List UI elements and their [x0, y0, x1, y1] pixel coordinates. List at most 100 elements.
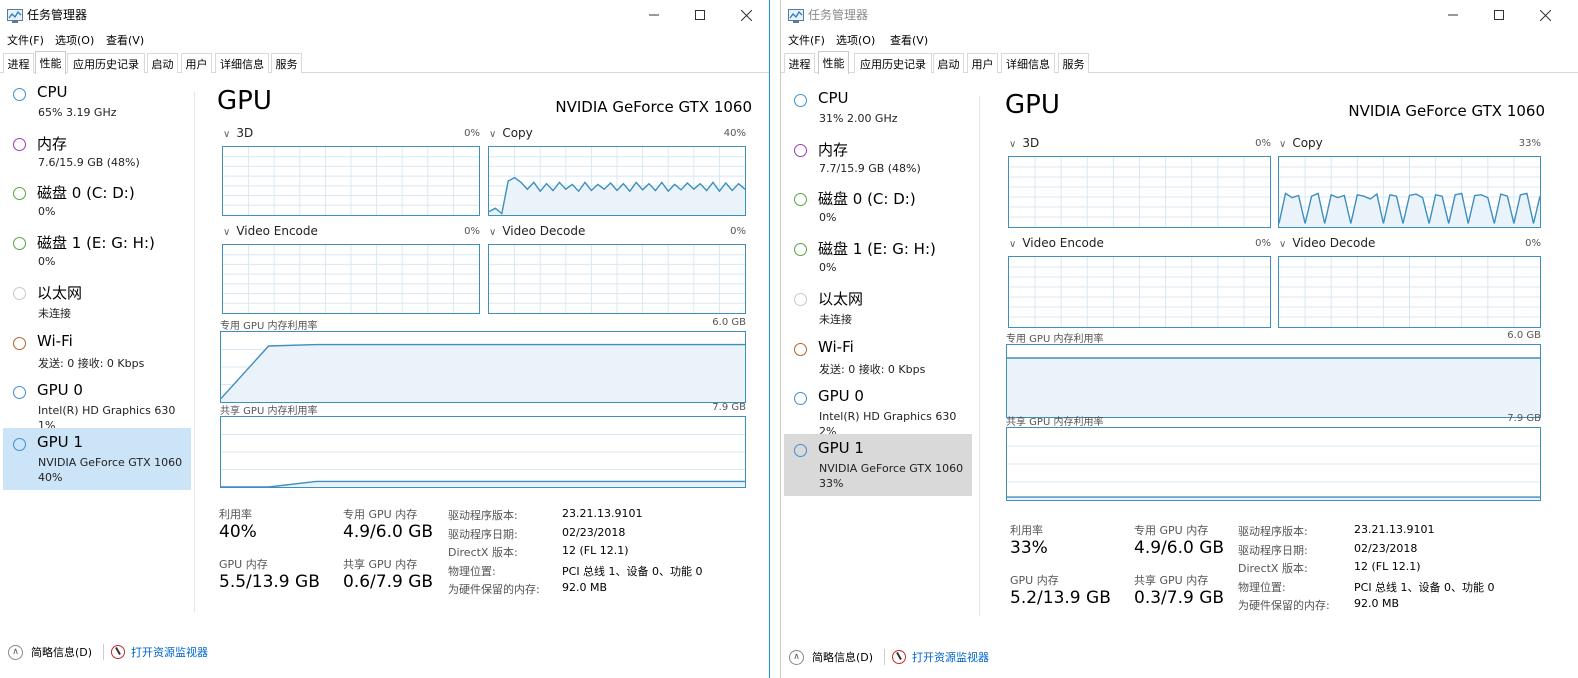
engine-selector[interactable]: ∨ 3D [1009, 136, 1039, 150]
resource-monitor-icon [892, 650, 906, 664]
close-button[interactable] [723, 0, 769, 30]
resource-indicator-icon [13, 137, 26, 151]
minimize-button[interactable] [631, 0, 677, 30]
task-manager-icon [7, 8, 23, 23]
sidebar-divider [979, 96, 980, 616]
tab-2[interactable]: 应用历史记录 [67, 53, 145, 73]
driver-info-label: 驱动程序版本: [1238, 525, 1308, 538]
sidebar-item[interactable]: Wi-Fi 发送: 0 接收: 0 Kbps [3, 327, 191, 375]
sidebar-item[interactable]: 磁盘 1 (E: G: H:) 0% [784, 233, 972, 281]
tab-0[interactable]: 进程 [3, 53, 34, 73]
engine-selector[interactable]: ∨ 3D [223, 126, 253, 140]
sidebar-item[interactable]: 磁盘 1 (E: G: H:) 0% [3, 227, 191, 275]
tab-label: 详细信息 [220, 57, 264, 71]
resource-indicator-icon [794, 193, 807, 207]
tab-label: 用户 [185, 57, 208, 71]
engine-selector[interactable]: ∨ Copy [489, 126, 533, 140]
dedicated-memory-graph [1006, 344, 1541, 418]
menu-item[interactable]: 文件(F) [7, 32, 44, 48]
engine-graph [488, 146, 746, 216]
close-button[interactable] [1522, 0, 1568, 30]
sidebar-item[interactable]: 以太网 未连接 [3, 277, 191, 325]
open-resource-monitor-link[interactable]: 打开资源监视器 [111, 644, 208, 660]
engine-selector[interactable]: ∨ Video Decode [1279, 236, 1375, 250]
sidebar-item[interactable]: GPU 1 NVIDIA GeForce GTX 1060 40% [3, 427, 191, 490]
sidebar-item-detail: Intel(R) HD Graphics 630 [819, 410, 957, 424]
engine-selector[interactable]: ∨ Video Decode [489, 224, 585, 238]
minimize-icon [1448, 14, 1458, 16]
window-title: 任务管理器 [808, 8, 869, 22]
tab-1[interactable]: 性能 [35, 51, 66, 74]
sidebar-item-title: 内存 [37, 134, 68, 153]
sidebar-item[interactable]: 磁盘 0 (C: D:) 0% [784, 183, 972, 231]
maximize-button[interactable] [1476, 0, 1522, 30]
engine-selector[interactable]: ∨ Video Encode [1009, 236, 1104, 250]
engine-selector[interactable]: ∨ Video Encode [223, 224, 318, 238]
menu-item[interactable]: 选项(O) [55, 32, 94, 48]
menu-item[interactable]: 查看(V) [890, 32, 928, 48]
tab-3[interactable]: 启动 [147, 53, 178, 73]
tab-label: 服务 [275, 57, 298, 71]
shared-memory-max: 7.9 GB [712, 402, 746, 413]
minimize-button[interactable] [1430, 0, 1476, 30]
fewer-details-button[interactable]: ∧ 简略信息(D) [8, 644, 92, 660]
engine-graph-plot [1009, 157, 1270, 227]
sidebar-item[interactable]: GPU 1 NVIDIA GeForce GTX 1060 33% [784, 433, 972, 496]
sidebar-item-detail: 33% [819, 476, 844, 490]
gpu-mem-value: 5.5/13.9 GB [219, 572, 320, 592]
driver-info-value: 02/23/2018 [1354, 541, 1418, 555]
chevron-down-icon: ∨ [489, 129, 497, 140]
engine-graph-plot [489, 147, 745, 215]
tab-3[interactable]: 启动 [933, 53, 964, 73]
shared-mem-value: 0.3/7.9 GB [1134, 588, 1225, 608]
dedicated-memory-graph-plot [221, 343, 745, 402]
fewer-details-button[interactable]: ∧ 简略信息(D) [789, 649, 873, 665]
engine-percent: 0% [464, 128, 480, 139]
page-title: GPU [1005, 90, 1060, 120]
chevron-down-icon: ∨ [223, 129, 231, 140]
sidebar-item[interactable]: 内存 7.6/15.9 GB (48%) [3, 128, 191, 176]
tab-1[interactable]: 性能 [818, 51, 849, 74]
sidebar-item-detail: 0% [38, 255, 56, 269]
driver-info-value: 12 (FL 12.1) [1354, 560, 1421, 573]
tab-4[interactable]: 用户 [181, 53, 212, 73]
tab-5[interactable]: 详细信息 [1001, 53, 1055, 73]
dedicated-mem-label: 专用 GPU 内存 [343, 508, 418, 521]
utilization-label: 利用率 [1010, 524, 1043, 537]
engine-graph [1008, 256, 1271, 328]
tab-0[interactable]: 进程 [784, 53, 815, 73]
menu-item[interactable]: 选项(O) [836, 32, 875, 48]
sidebar-item[interactable]: CPU 31% 2.00 GHz [784, 84, 972, 132]
engine-selector[interactable]: ∨ Copy [1279, 136, 1323, 150]
sidebar-item-title: 内存 [818, 140, 849, 159]
engine-graph-plot [223, 245, 479, 313]
menu-item[interactable]: 查看(V) [106, 32, 144, 48]
tab-6[interactable]: 服务 [1058, 53, 1089, 73]
sidebar-divider [194, 92, 195, 612]
driver-info-value: PCI 总线 1、设备 0、功能 0 [1354, 580, 1495, 594]
chevron-up-icon: ∧ [8, 644, 23, 660]
resource-indicator-icon [13, 437, 26, 451]
sidebar-item-title: CPU [37, 83, 68, 101]
tab-6[interactable]: 服务 [271, 53, 302, 73]
tab-4[interactable]: 用户 [967, 53, 998, 73]
sidebar-item-detail: 0% [819, 261, 837, 275]
engine-label: Video Decode [1292, 236, 1376, 250]
maximize-button[interactable] [677, 0, 723, 30]
open-resource-monitor-link[interactable]: 打开资源监视器 [892, 649, 989, 665]
sidebar-item[interactable]: 以太网 未连接 [784, 283, 972, 331]
tab-2[interactable]: 应用历史记录 [854, 53, 932, 73]
sidebar-item[interactable]: CPU 65% 3.19 GHz [3, 78, 191, 126]
chevron-up-icon: ∧ [789, 649, 804, 665]
menu-item[interactable]: 文件(F) [788, 32, 825, 48]
tab-label: 性能 [39, 57, 62, 70]
tab-5[interactable]: 详细信息 [215, 53, 269, 73]
engine-label: 3D [1022, 136, 1040, 150]
sidebar-item[interactable]: 内存 7.7/15.9 GB (48%) [784, 134, 972, 182]
sidebar-item[interactable]: Wi-Fi 发送: 0 接收: 0 Kbps [784, 333, 972, 381]
shared-memory-label: 共享 GPU 内存利用率 [1006, 417, 1104, 428]
sidebar-item[interactable]: 磁盘 0 (C: D:) 0% [3, 177, 191, 225]
sidebar-item-detail: 65% 3.19 GHz [38, 106, 117, 119]
driver-info-label: 驱动程序日期: [448, 527, 518, 541]
resource-indicator-icon [794, 94, 807, 107]
